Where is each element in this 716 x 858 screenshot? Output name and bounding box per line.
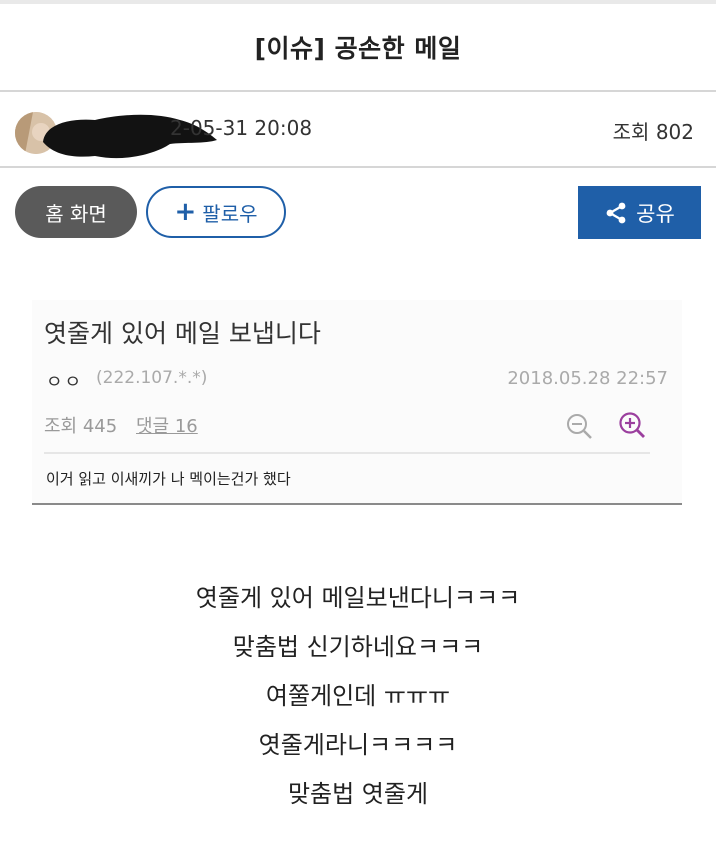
content-line: 맞춤법 신기하네요ㅋㅋㅋ [232, 633, 484, 661]
captured-post-views: 조회 445 [44, 416, 118, 437]
captured-post-date: 2018.05.28 22:57 [507, 368, 668, 389]
post-datetime: 2-05-31 20:08 [170, 116, 313, 140]
captured-post-ip: (222.107.*.*) [96, 368, 208, 388]
follow-button[interactable]: + 팔로우 [146, 186, 286, 238]
share-icon [606, 202, 626, 223]
follow-button-label: 팔로우 [202, 201, 258, 226]
plus-icon: + [174, 197, 197, 227]
share-button-label: 공유 [636, 201, 675, 226]
zoom-in-icon [619, 412, 645, 438]
captured-post-replies: 댓글 16 [136, 416, 198, 437]
post-meta-bar: 2-05-31 20:08 조회 802 [0, 94, 716, 168]
page-title: [이슈] 공손한 메일 [254, 34, 462, 63]
content-line: 여쭐게인데 ㅠㅠㅠ [265, 682, 451, 710]
home-screen-button[interactable]: 홈 화면 [15, 186, 137, 238]
content-line: 엿줄게 있어 메일보낸다니ㅋㅋㅋ [195, 584, 521, 612]
embedded-screenshot: 엿줄게 있어 메일 보냅니다 ㅇㅇ (222.107.*.*) 2018.05.… [32, 300, 682, 505]
zoom-out-icon [567, 414, 592, 439]
home-button-label: 홈 화면 [45, 201, 107, 226]
captured-post-author: ㅇㅇ [46, 372, 84, 393]
post-content: 엿줄게 있어 메일보낸다니ㅋㅋㅋ 맞춤법 신기하네요ㅋㅋㅋ 여쭐게인데 ㅠㅠㅠ … [0, 574, 716, 819]
share-button[interactable]: 공유 [578, 186, 701, 239]
captured-divider [44, 452, 650, 454]
view-count: 조회 802 [612, 120, 694, 144]
title-bar: [이슈] 공손한 메일 [0, 4, 716, 92]
captured-post-body: 이거 읽고 이새끼가 나 멕이는건가 했다 [46, 470, 291, 488]
captured-post-title: 엿줄게 있어 메일 보냅니다 [44, 319, 321, 348]
content-line: 엿줄게라니ㅋㅋㅋㅋ [258, 731, 458, 759]
content-line: 맞춤법 엿줄게 [287, 780, 429, 808]
